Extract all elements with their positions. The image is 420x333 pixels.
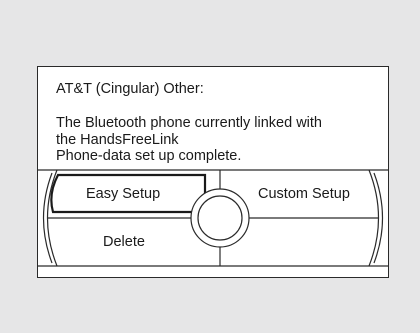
- delete-button[interactable]: [52, 220, 192, 264]
- center-knob-inner[interactable]: [197, 195, 243, 241]
- custom-setup-button[interactable]: [240, 172, 374, 216]
- interface-dial: [37, 169, 389, 267]
- nav-display: AT&T (Cingular) Other: The Bluetooth pho…: [0, 0, 420, 333]
- easy-setup-button[interactable]: [52, 172, 204, 214]
